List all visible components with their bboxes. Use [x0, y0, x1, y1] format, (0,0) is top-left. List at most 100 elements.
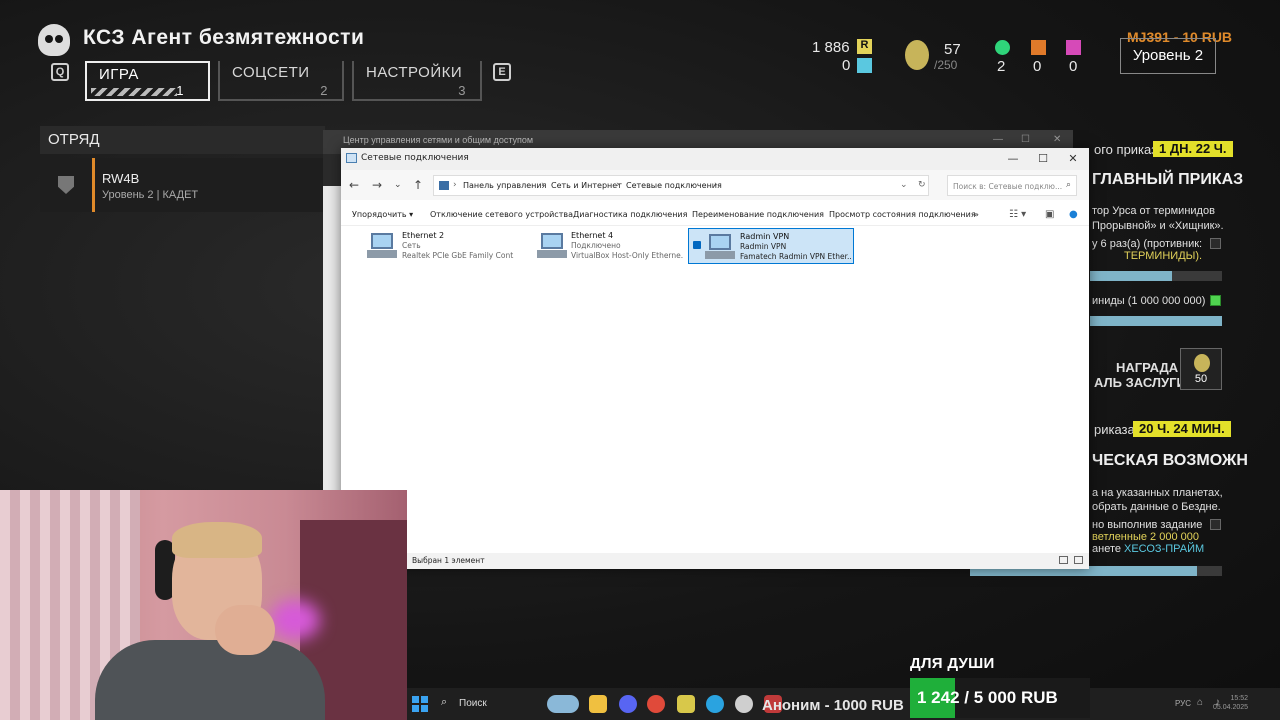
search-icon: ⌕ [1065, 180, 1071, 190]
breadcrumb-control-panel[interactable]: Панель управления [463, 181, 546, 190]
close-button[interactable]: ✕ [1058, 150, 1088, 168]
navigation-bar: ← → ⌄ ↑ › Панель управления › Сеть и Инт… [341, 170, 1089, 200]
recent-chevron-icon[interactable]: ⌄ [394, 180, 402, 190]
taskbar-clock[interactable]: 15:52 05.04.2025 [1213, 694, 1248, 712]
opportunity-planet: ХЕСОЗ-ПРАЙМ [1124, 543, 1205, 555]
task-2-progress [1090, 316, 1222, 326]
address-bar[interactable]: › Панель управления › Сеть и Интернет › … [433, 175, 929, 196]
opportunity-desc-1: а на указанных планетах, [1092, 487, 1223, 499]
steam-icon[interactable] [735, 695, 753, 713]
shield-icon [58, 176, 74, 194]
network-tray-icon[interactable]: ⌂ [1197, 697, 1203, 708]
disable-device-button[interactable]: Отключение сетевого устройства [430, 210, 573, 219]
forward-arrow-icon[interactable]: → [372, 178, 382, 192]
clock-date: 05.04.2025 [1213, 704, 1249, 711]
key-q-icon: Q [51, 63, 69, 81]
tab-game[interactable]: ИГРА 1 [85, 61, 210, 101]
minimize-icon[interactable]: — [993, 134, 1003, 145]
major-order-desc-1: тор Урса от терминидов [1092, 205, 1215, 217]
tiles-view-icon[interactable] [1074, 556, 1083, 564]
control-panel-icon [439, 181, 449, 190]
chrome-icon[interactable] [647, 695, 665, 713]
opportunity-desc-3: но выполнив задание [1092, 519, 1203, 531]
donation-alert-anon: Аноним - 1000 RUB [762, 697, 904, 714]
connection-item-ethernet-2[interactable]: Ethernet 2 Сеть Realtek PCIe GbE Family … [361, 228, 527, 264]
help-icon[interactable]: ● [1069, 209, 1078, 220]
rename-button[interactable]: Переименование подключения [692, 210, 824, 219]
task-1-enemy: ТЕРМИНИДЫ). [1124, 250, 1203, 262]
network-adapter-icon [537, 231, 567, 259]
task-1-progress [1090, 271, 1222, 281]
network-adapter-icon [705, 232, 735, 260]
taskbar-search[interactable]: ⌕ Поиск [435, 693, 535, 715]
close-icon[interactable]: ✕ [1053, 134, 1061, 145]
clock-time: 15:52 [1230, 695, 1249, 702]
donation-goal-text: 1 242 / 5 000 RUB [917, 688, 1058, 707]
connection-status: Сеть [402, 241, 421, 250]
diagnose-button[interactable]: Диагностика подключения [573, 210, 687, 219]
connection-item-radmin-vpn[interactable]: Radmin VPN Radmin VPN Famatech Radmin VP… [688, 228, 854, 264]
start-menu-icon[interactable] [412, 696, 428, 712]
donation-goal-title: ДЛЯ ДУШИ [910, 655, 995, 672]
tab-label: НАСТРОЙКИ [366, 64, 463, 81]
tab-settings[interactable]: НАСТРОЙКИ 3 [352, 61, 482, 101]
connection-device: Famatech Radmin VPN Ether... [740, 252, 852, 261]
folder-icon[interactable] [589, 695, 607, 713]
organize-button[interactable]: Упорядочить ▾ [352, 210, 413, 219]
view-status-button[interactable]: Просмотр состояния подключения [829, 210, 976, 219]
webcam-overlay [0, 490, 407, 720]
minimize-button[interactable]: — [998, 150, 1028, 168]
game-icon[interactable] [677, 695, 695, 713]
connection-status: Подключено [571, 241, 621, 250]
back-arrow-icon[interactable]: ← [349, 178, 359, 192]
search-input[interactable]: Поиск в: Сетевые подклю... ⌕ [947, 175, 1077, 196]
connection-device: VirtualBox Host-Only Etherne... [571, 251, 683, 260]
network-adapter-icon [367, 231, 397, 259]
opportunity-desc-5: анете [1092, 543, 1121, 555]
details-view-icon[interactable] [1059, 556, 1068, 564]
breadcrumb-separator: › [714, 180, 718, 190]
preview-pane-icon[interactable]: ▣ [1045, 209, 1054, 220]
breadcrumb-network-internet[interactable]: Сеть и Интернет [551, 181, 622, 190]
connection-status: Radmin VPN [740, 242, 787, 251]
search-icon: ⌕ [441, 696, 448, 708]
squad-member-name: RW4B [102, 171, 140, 186]
maximize-icon[interactable]: ☐ [1021, 134, 1030, 145]
selection-checkbox[interactable] [693, 241, 701, 249]
breadcrumb-network-connections[interactable]: Сетевые подключения [626, 181, 722, 190]
breadcrumb-separator: › [453, 180, 457, 190]
squad-member-card[interactable]: RW4B Уровень 2 | КАДЕТ [40, 158, 325, 212]
medal-icon [905, 40, 929, 70]
background-window-body [323, 186, 341, 490]
language-indicator[interactable]: РУС [1175, 699, 1191, 708]
telegram-icon[interactable] [706, 695, 724, 713]
super-credits-icon [857, 58, 872, 73]
squad-accent-bar [92, 158, 95, 212]
widgets-icon[interactable] [547, 695, 579, 713]
discord-icon[interactable] [619, 695, 637, 713]
game-title: КСЗ Агент безмятежности [83, 26, 365, 49]
opportunity-desc-4: ветленные 2 000 000 [1092, 531, 1199, 543]
next-order-timer: 20 Ч. 24 МИН. [1133, 421, 1231, 437]
background-window-title: Центр управления сетями и общим доступом [343, 135, 534, 145]
window-titlebar[interactable]: Сетевые подключения — ☐ ✕ [341, 148, 1089, 170]
tab-stripes [91, 88, 177, 96]
view-options-icon[interactable]: ☷ ▾ [1009, 209, 1026, 220]
tab-social[interactable]: СОЦСЕТИ 2 [218, 61, 344, 101]
up-arrow-icon[interactable]: ↑ [413, 178, 423, 192]
address-dropdown-icon[interactable]: ⌄ [900, 180, 908, 190]
maximize-button[interactable]: ☐ [1028, 150, 1058, 168]
medals-max: /250 [934, 58, 958, 72]
more-commands-button[interactable]: » [974, 210, 979, 219]
selection-status: Выбран 1 элемент [412, 556, 485, 565]
connection-name: Ethernet 2 [402, 231, 445, 240]
player-level: Уровень 2 [1120, 38, 1216, 74]
donation-goal-bar: 1 242 / 5 000 RUB [910, 678, 1090, 718]
tab-number: 1 [176, 83, 184, 98]
breadcrumb-separator: › [541, 180, 545, 190]
major-order-desc-2: Прорывной» и «Хищник». [1092, 220, 1224, 232]
task-1-text: у 6 раз(а) (противник: [1092, 238, 1203, 250]
refresh-icon[interactable]: ↻ [918, 180, 926, 190]
next-order-label: риказа: [1094, 422, 1139, 437]
connection-item-ethernet-4[interactable]: Ethernet 4 Подключено VirtualBox Host-On… [531, 228, 697, 264]
